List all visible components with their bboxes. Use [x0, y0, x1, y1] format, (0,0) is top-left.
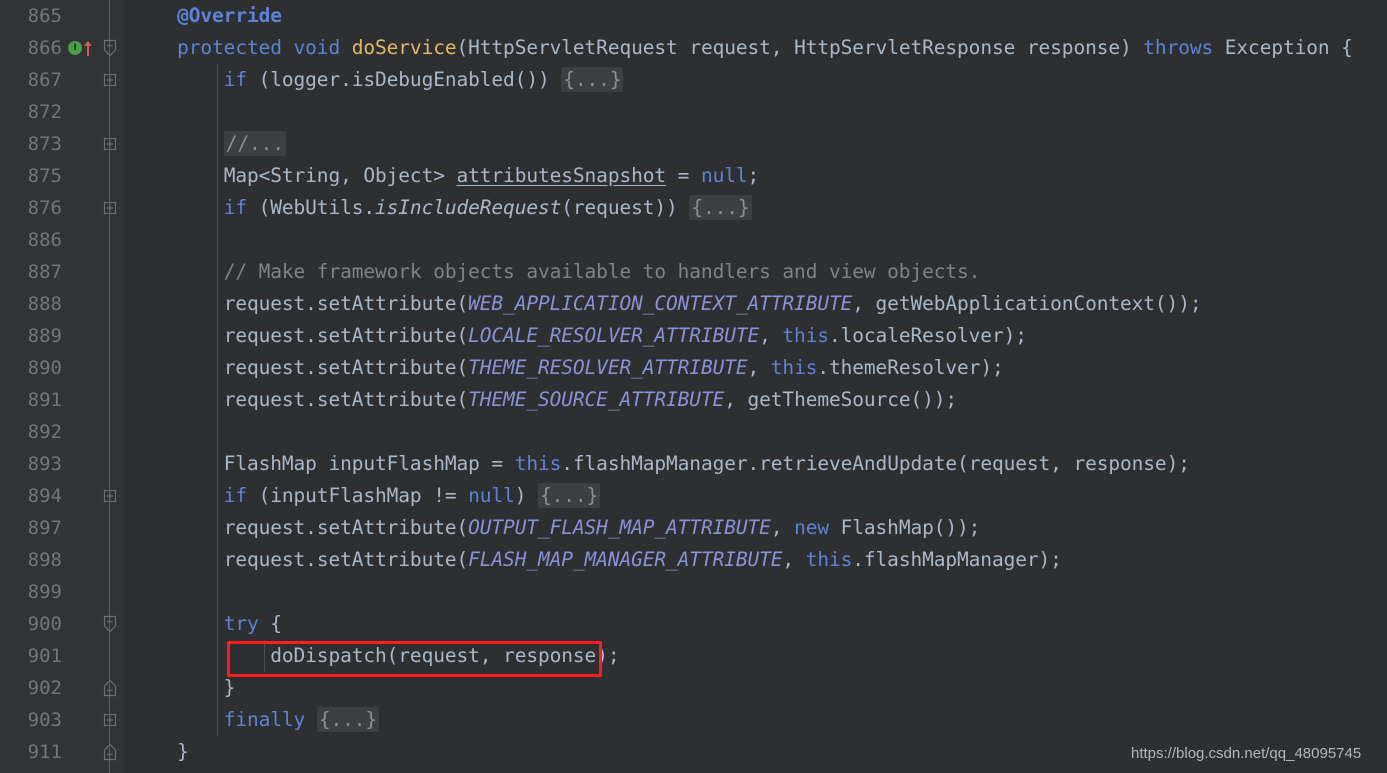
code-line[interactable]: // Make framework objects available to h… — [84, 256, 1387, 288]
gutter-row[interactable]: 903 — [0, 704, 96, 736]
gutter-row[interactable]: 911 — [0, 736, 96, 768]
line-number: 891 — [27, 389, 62, 411]
line-number: 889 — [27, 325, 62, 347]
csdn-watermark: https://blog.csdn.net/qq_48095745 — [1131, 745, 1362, 762]
code-line[interactable]: request.setAttribute(OUTPUT_FLASH_MAP_AT… — [84, 512, 1387, 544]
gutter-row[interactable]: 899 — [0, 576, 96, 608]
gutter-row[interactable]: 890 — [0, 352, 96, 384]
code-line[interactable]: finally {...} — [84, 704, 1387, 736]
line-number: 865 — [27, 5, 62, 27]
line-number: 886 — [27, 229, 62, 251]
code-line[interactable] — [84, 416, 1387, 448]
gutter-row[interactable]: 865 — [0, 0, 96, 32]
line-number: 872 — [27, 101, 62, 123]
line-number: 899 — [27, 581, 62, 603]
gutter-row[interactable]: 894 — [0, 480, 96, 512]
gutter-row[interactable]: 902 — [0, 672, 96, 704]
code-line[interactable]: Map<String, Object> attributesSnapshot =… — [84, 160, 1387, 192]
gutter-row[interactable]: 898 — [0, 544, 96, 576]
line-number: 890 — [27, 357, 62, 379]
override-indicator-icon[interactable]: I — [68, 41, 82, 55]
gutter-row[interactable]: 891 — [0, 384, 96, 416]
line-number: 901 — [27, 645, 62, 667]
code-line[interactable] — [84, 576, 1387, 608]
line-number: 867 — [27, 69, 62, 91]
code-editor[interactable]: 865 866 I 867 872 873 875 876 886 887 888 889 890 891… — [0, 0, 1387, 773]
gutter-row[interactable]: 886 — [0, 224, 96, 256]
gutter-row[interactable]: 889 — [0, 320, 96, 352]
code-line[interactable] — [84, 224, 1387, 256]
gutter-row[interactable]: 887 — [0, 256, 96, 288]
line-number: 894 — [27, 485, 62, 507]
gutter-row[interactable]: 876 — [0, 192, 96, 224]
line-number: 900 — [27, 613, 62, 635]
gutter-row[interactable]: 893 — [0, 448, 96, 480]
line-number: 911 — [27, 741, 62, 763]
gutter-row[interactable]: 872 — [0, 96, 96, 128]
line-number: 875 — [27, 165, 62, 187]
code-line[interactable]: request.setAttribute(THEME_SOURCE_ATTRIB… — [84, 384, 1387, 416]
indent-guide — [264, 640, 265, 672]
gutter-row[interactable]: 875 — [0, 160, 96, 192]
gutter-row[interactable]: 888 — [0, 288, 96, 320]
line-number: 888 — [27, 293, 62, 315]
line-number: 902 — [27, 677, 62, 699]
code-line[interactable]: //... — [84, 128, 1387, 160]
line-number: 892 — [27, 421, 62, 443]
code-line[interactable]: } — [84, 672, 1387, 704]
code-line[interactable]: try { — [84, 608, 1387, 640]
line-number-gutter[interactable]: 865 866 I 867 872 873 875 876 886 887 888 889 890 891… — [0, 0, 96, 773]
gutter-row[interactable]: 866 I — [0, 32, 96, 64]
line-number: 897 — [27, 517, 62, 539]
line-number: 898 — [27, 549, 62, 571]
gutter-row[interactable]: 897 — [0, 512, 96, 544]
code-line[interactable]: protected void doService(HttpServletRequ… — [84, 32, 1387, 64]
code-line[interactable]: FlashMap inputFlashMap = this.flashMapMa… — [84, 448, 1387, 480]
code-line[interactable]: request.setAttribute(WEB_APPLICATION_CON… — [84, 288, 1387, 320]
code-line[interactable]: if (logger.isDebugEnabled()) {...} — [84, 64, 1387, 96]
line-number: 876 — [27, 197, 62, 219]
code-line[interactable]: request.setAttribute(FLASH_MAP_MANAGER_A… — [84, 544, 1387, 576]
indent-guide — [217, 64, 218, 736]
gutter-row[interactable]: 901 — [0, 640, 96, 672]
code-text-area[interactable]: } finally {...} } doDispatch(request, re… — [124, 0, 1387, 773]
code-line[interactable]: request.setAttribute(THEME_RESOLVER_ATTR… — [84, 352, 1387, 384]
line-number: 866 — [27, 37, 62, 59]
code-line[interactable]: request.setAttribute(LOCALE_RESOLVER_ATT… — [84, 320, 1387, 352]
code-line[interactable] — [84, 96, 1387, 128]
code-line[interactable]: @Override — [84, 0, 1387, 32]
line-number: 873 — [27, 133, 62, 155]
gutter-row[interactable]: 873 — [0, 128, 96, 160]
gutter-row[interactable]: 867 — [0, 64, 96, 96]
line-number: 903 — [27, 709, 62, 731]
code-line[interactable]: if (WebUtils.isIncludeRequest(request)) … — [84, 192, 1387, 224]
code-line[interactable]: if (inputFlashMap != null) {...} — [84, 480, 1387, 512]
code-line[interactable]: doDispatch(request, response); — [84, 640, 1387, 672]
gutter-row[interactable]: 892 — [0, 416, 96, 448]
line-number: 887 — [27, 261, 62, 283]
line-number: 893 — [27, 453, 62, 475]
gutter-row[interactable]: 900 — [0, 608, 96, 640]
